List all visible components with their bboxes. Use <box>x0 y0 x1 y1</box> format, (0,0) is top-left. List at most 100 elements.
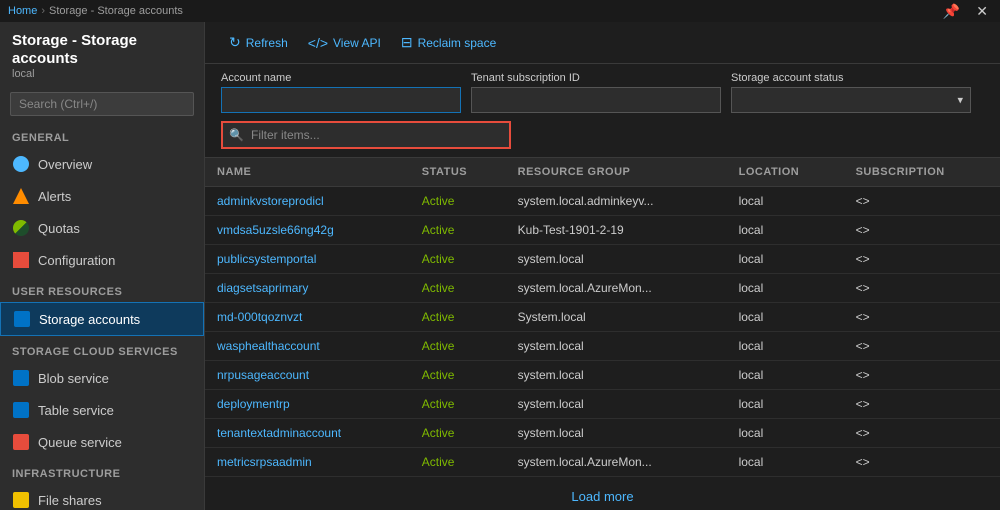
toolbar: ↻ Refresh </> View API ⊟ Reclaim space <box>205 22 1000 64</box>
col-status: STATUS <box>410 158 506 187</box>
titlebar-controls: 📌 ✕ <box>939 3 992 20</box>
status-group: Storage account status Active Inactive <box>731 72 971 113</box>
tenant-id-input[interactable] <box>471 87 721 113</box>
cell-name[interactable]: tenantextadminaccount <box>205 419 410 448</box>
sidebar-item-quotas-label: Quotas <box>38 221 80 236</box>
storage-accounts-table: NAME STATUS RESOURCE GROUP LOCATION SUBS… <box>205 158 1000 477</box>
cell-resource-group: system.local <box>506 361 727 390</box>
content-area: ↻ Refresh </> View API ⊟ Reclaim space A… <box>205 22 1000 510</box>
tenant-id-group: Tenant subscription ID <box>471 72 721 113</box>
cell-location: local <box>727 390 844 419</box>
blob-icon <box>12 369 30 387</box>
cell-name[interactable]: wasphealthaccount <box>205 332 410 361</box>
cell-name[interactable]: md-000tqoznvzt <box>205 303 410 332</box>
cell-resource-group: system.local <box>506 245 727 274</box>
account-name-label: Account name <box>221 72 461 84</box>
cell-name[interactable]: adminkvstoreprodicl <box>205 187 410 216</box>
cell-status: Active <box>410 274 506 303</box>
filter-search-row: 🔍 <box>221 121 984 149</box>
sidebar-item-storage-accounts[interactable]: Storage accounts <box>0 302 204 336</box>
table-container: NAME STATUS RESOURCE GROUP LOCATION SUBS… <box>205 158 1000 510</box>
cell-subscription: <> <box>844 187 1000 216</box>
table-row: tenantextadminaccount Active system.loca… <box>205 419 1000 448</box>
table-icon <box>12 401 30 419</box>
sidebar: Storage - Storage accounts local GENERAL… <box>0 22 205 510</box>
status-select[interactable]: Active Inactive <box>731 87 971 113</box>
filter-row-main: Account name Tenant subscription ID Stor… <box>221 72 984 113</box>
cell-name[interactable]: metricsrpsaadmin <box>205 448 410 477</box>
cell-location: local <box>727 216 844 245</box>
sidebar-header: Storage - Storage accounts local <box>0 22 204 86</box>
table-row: metricsrpsaadmin Active system.local.Azu… <box>205 448 1000 477</box>
status-label: Storage account status <box>731 72 971 84</box>
sidebar-item-queue-service[interactable]: Queue service <box>0 426 204 458</box>
sidebar-item-alerts[interactable]: Alerts <box>0 180 204 212</box>
titlebar: Home › Storage - Storage accounts 📌 ✕ <box>0 0 1000 22</box>
reclaim-space-button[interactable]: ⊟ Reclaim space <box>393 30 504 55</box>
breadcrumb-current: Storage - Storage accounts <box>49 5 183 17</box>
sidebar-subtitle: local <box>12 68 192 80</box>
view-api-label: View API <box>333 36 381 50</box>
sidebar-item-overview-label: Overview <box>38 157 92 172</box>
file-icon <box>12 491 30 509</box>
cell-name[interactable]: publicsystemportal <box>205 245 410 274</box>
main-layout: Storage - Storage accounts local GENERAL… <box>0 22 1000 510</box>
cell-location: local <box>727 332 844 361</box>
queue-icon <box>12 433 30 451</box>
cell-location: local <box>727 419 844 448</box>
cell-location: local <box>727 274 844 303</box>
breadcrumb-home[interactable]: Home <box>8 5 37 17</box>
sidebar-item-file-shares[interactable]: File shares <box>0 484 204 510</box>
col-subscription: SUBSCRIPTION <box>844 158 1000 187</box>
cell-resource-group: System.local <box>506 303 727 332</box>
cell-status: Active <box>410 448 506 477</box>
storage-accounts-icon <box>13 310 31 328</box>
cell-subscription: <> <box>844 448 1000 477</box>
table-row: nrpusageaccount Active system.local loca… <box>205 361 1000 390</box>
filter-search-wrapper: 🔍 <box>221 121 511 149</box>
cell-status: Active <box>410 216 506 245</box>
sidebar-section-general: GENERAL <box>0 122 204 148</box>
cell-resource-group: Kub-Test-1901-2-19 <box>506 216 727 245</box>
config-icon <box>12 251 30 269</box>
col-name: NAME <box>205 158 410 187</box>
quotas-icon <box>12 219 30 237</box>
filter-items-input[interactable] <box>221 121 511 149</box>
sidebar-item-storage-accounts-label: Storage accounts <box>39 312 140 327</box>
breadcrumb: Home › Storage - Storage accounts <box>8 5 183 17</box>
cell-name[interactable]: diagsetsaprimary <box>205 274 410 303</box>
cell-name[interactable]: vmdsa5uzsle66ng42g <box>205 216 410 245</box>
pin-icon[interactable]: 📌 <box>939 3 964 20</box>
refresh-button[interactable]: ↻ Refresh <box>221 30 296 55</box>
tenant-id-label: Tenant subscription ID <box>471 72 721 84</box>
cell-status: Active <box>410 361 506 390</box>
sidebar-item-overview[interactable]: Overview <box>0 148 204 180</box>
cell-resource-group: system.local.AzureMon... <box>506 274 727 303</box>
sidebar-section-user-resources: USER RESOURCES <box>0 276 204 302</box>
sidebar-item-table-service[interactable]: Table service <box>0 394 204 426</box>
table-row: diagsetsaprimary Active system.local.Azu… <box>205 274 1000 303</box>
sidebar-item-blob-service[interactable]: Blob service <box>0 362 204 394</box>
view-api-button[interactable]: </> View API <box>300 31 389 55</box>
cell-subscription: <> <box>844 419 1000 448</box>
cell-location: local <box>727 448 844 477</box>
col-resource-group: RESOURCE GROUP <box>506 158 727 187</box>
close-icon[interactable]: ✕ <box>972 3 992 20</box>
cell-subscription: <> <box>844 303 1000 332</box>
cell-name[interactable]: nrpusageaccount <box>205 361 410 390</box>
table-header-row: NAME STATUS RESOURCE GROUP LOCATION SUBS… <box>205 158 1000 187</box>
load-more-link[interactable]: Load more <box>571 489 633 504</box>
sidebar-item-table-label: Table service <box>38 403 114 418</box>
cell-name[interactable]: deploymentrp <box>205 390 410 419</box>
breadcrumb-sep: › <box>41 5 45 17</box>
sidebar-title: Storage - Storage accounts <box>12 32 192 68</box>
cell-location: local <box>727 303 844 332</box>
cell-location: local <box>727 187 844 216</box>
sidebar-search-input[interactable] <box>10 92 194 116</box>
cell-status: Active <box>410 390 506 419</box>
status-select-wrapper: Active Inactive <box>731 87 971 113</box>
account-name-input[interactable] <box>221 87 461 113</box>
cell-resource-group: system.local.AzureMon... <box>506 448 727 477</box>
sidebar-item-configuration[interactable]: Configuration <box>0 244 204 276</box>
sidebar-item-quotas[interactable]: Quotas <box>0 212 204 244</box>
